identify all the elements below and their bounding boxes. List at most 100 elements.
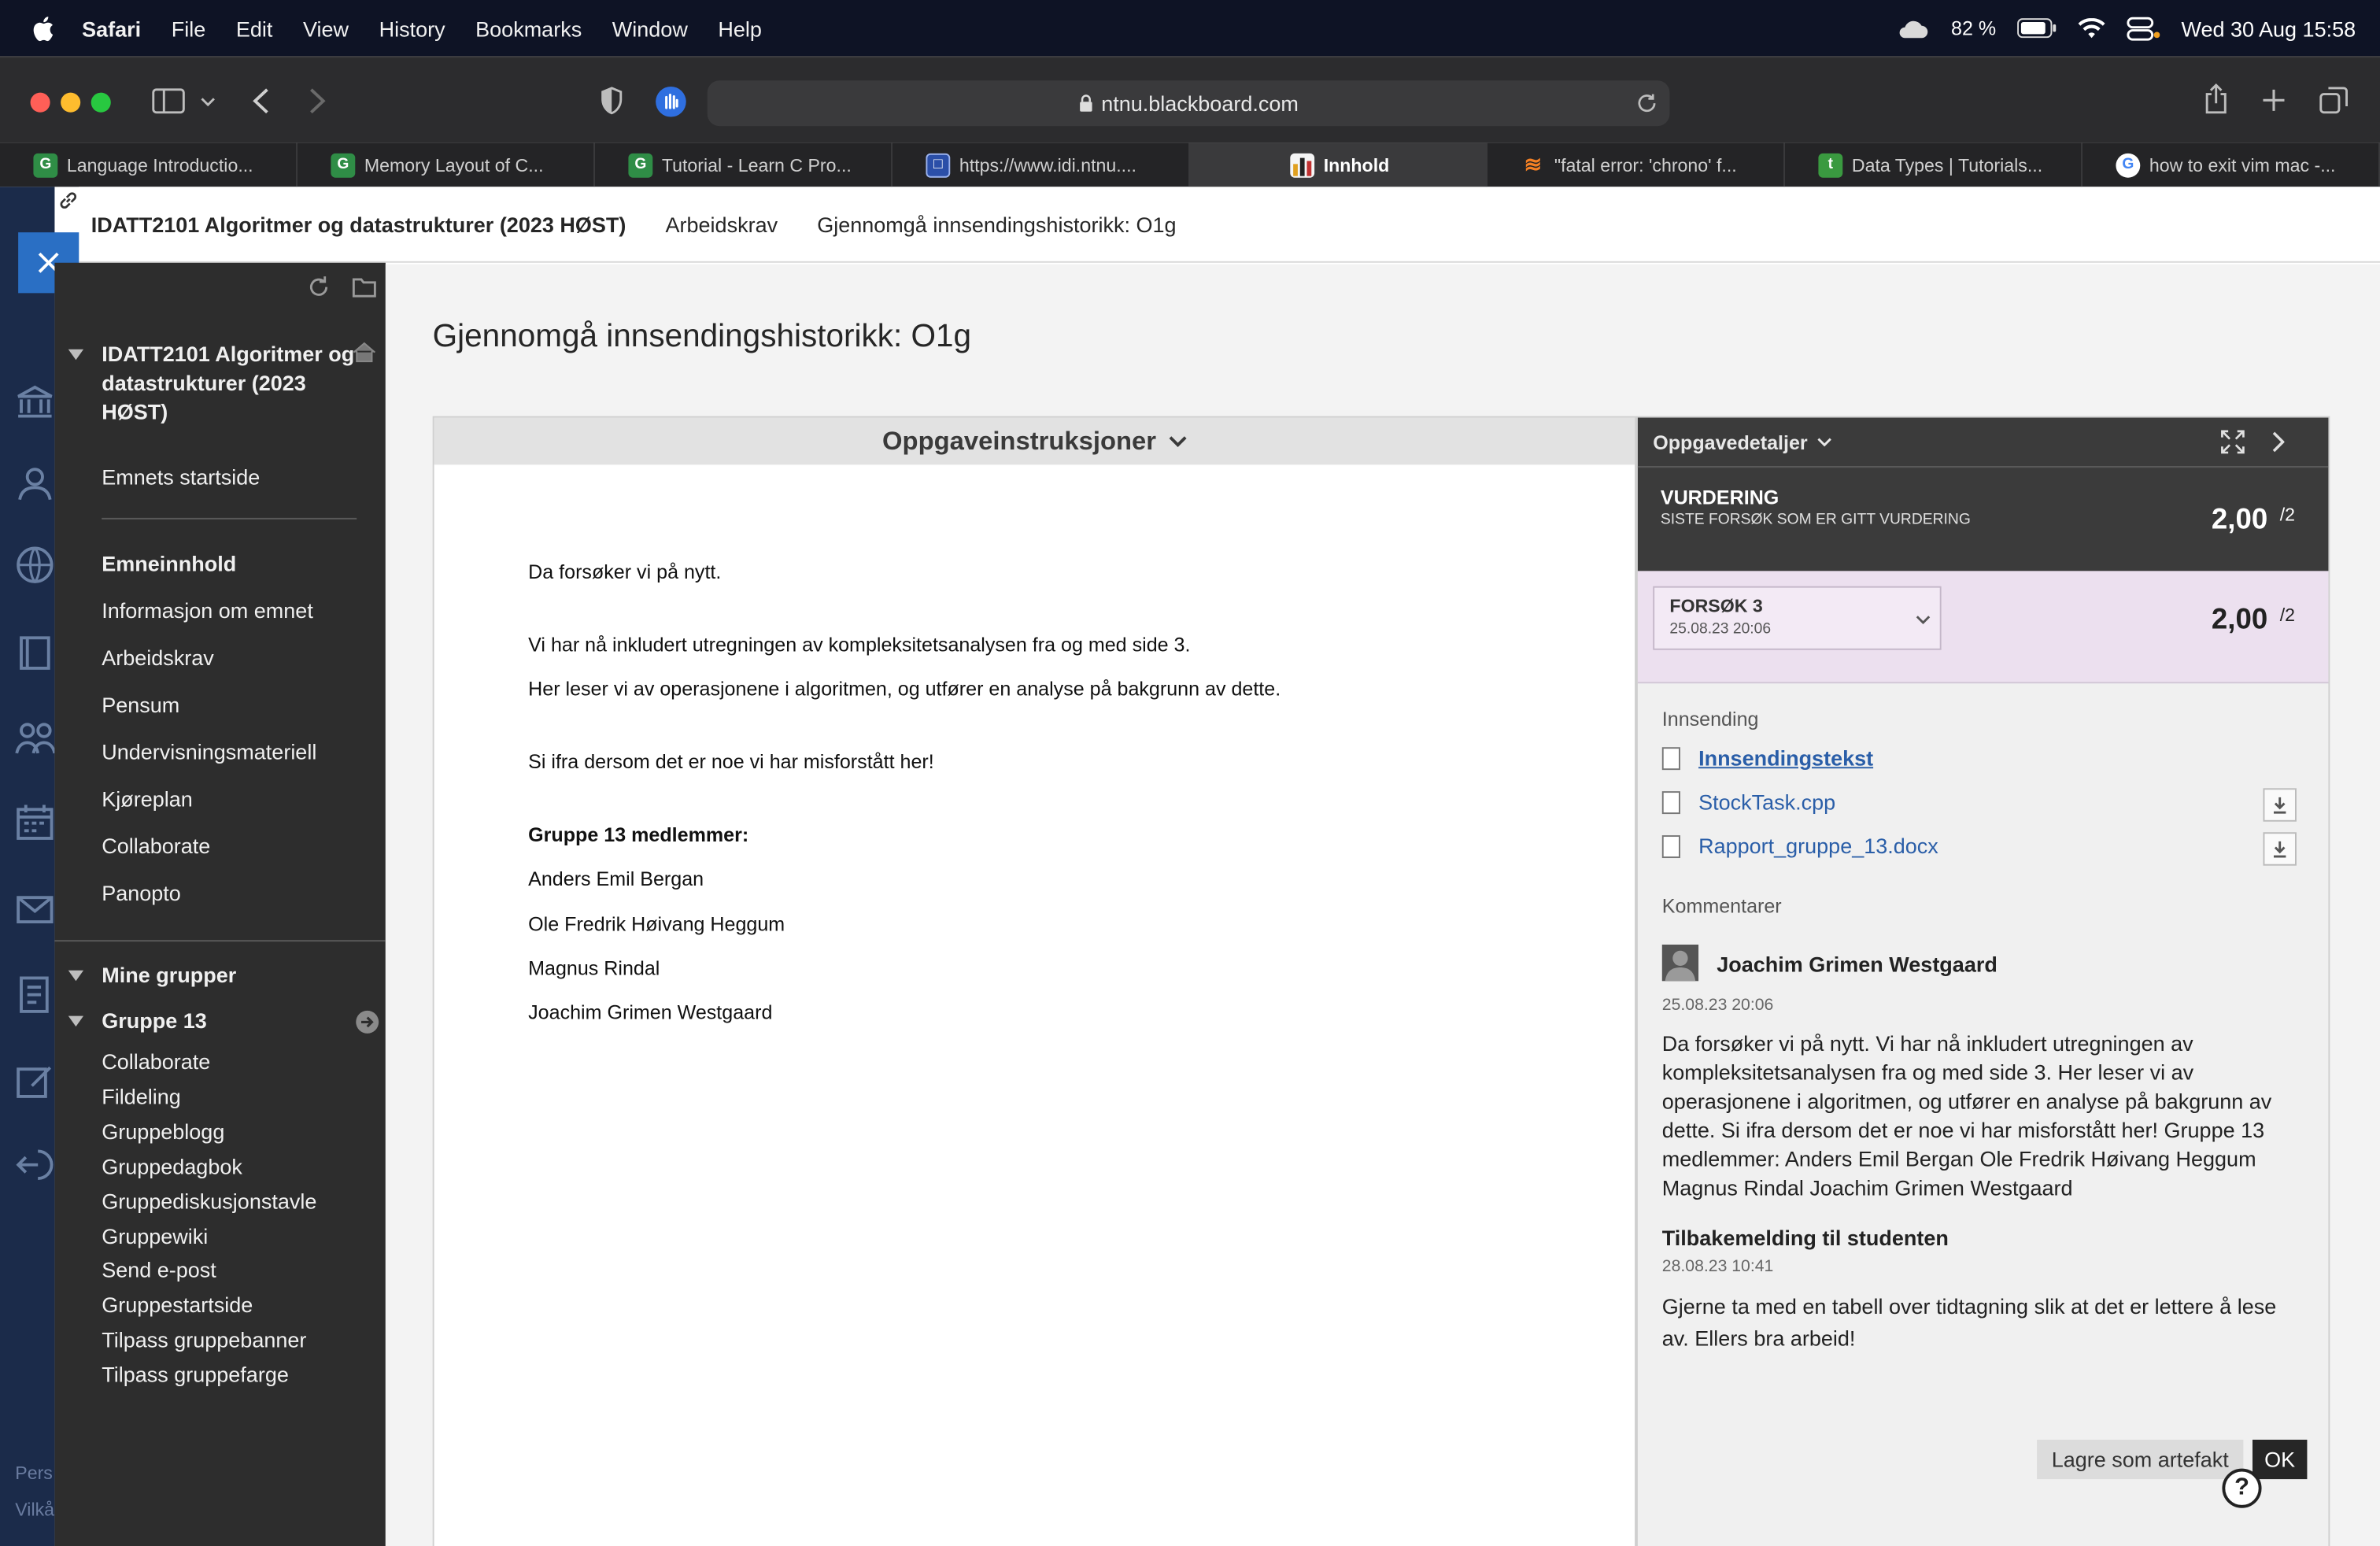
- chevron-down-icon[interactable]: [201, 97, 216, 107]
- menu-help[interactable]: Help: [718, 16, 762, 40]
- home-icon[interactable]: [352, 342, 376, 363]
- new-tab-icon[interactable]: [2262, 88, 2286, 113]
- battery-icon[interactable]: [2017, 18, 2057, 39]
- tab-idi-ntnu[interactable]: □ https://www.idi.ntnu....: [893, 142, 1190, 187]
- group-diskusjonstavle[interactable]: Gruppediskusjonstavle: [102, 1189, 316, 1214]
- menu-arbeidskrav[interactable]: Arbeidskrav: [102, 645, 214, 670]
- chevron-right-icon[interactable]: [2272, 431, 2285, 453]
- group-gruppestartside[interactable]: Gruppestartside: [102, 1293, 253, 1317]
- group-gruppewiki[interactable]: Gruppewiki: [102, 1224, 208, 1248]
- footer-privacy-link[interactable]: Pers: [15, 1463, 53, 1484]
- menu-emnets-startside[interactable]: Emnets startside: [102, 464, 260, 489]
- profile-icon[interactable]: [13, 461, 56, 504]
- shield-icon[interactable]: [600, 87, 624, 116]
- menu-edit[interactable]: Edit: [236, 16, 273, 40]
- address-bar[interactable]: ntnu.blackboard.com: [707, 80, 1670, 127]
- refresh-icon[interactable]: [307, 275, 331, 299]
- menu-undervisningsmateriell[interactable]: Undervisningsmateriell: [102, 740, 316, 764]
- group-send-epost[interactable]: Send e-post: [102, 1257, 216, 1282]
- save-as-artifact-button[interactable]: Lagre som artefakt: [2037, 1439, 2244, 1480]
- tab-memory-layout[interactable]: G Memory Layout of C...: [298, 142, 595, 187]
- attempt-select[interactable]: FORSØK 3 25.08.23 20:06: [1653, 586, 1942, 650]
- group-fildeling[interactable]: Fildeling: [102, 1084, 181, 1108]
- extension-hand-icon[interactable]: [654, 85, 687, 118]
- menu-view[interactable]: View: [303, 16, 349, 40]
- menu-window[interactable]: Window: [612, 16, 688, 40]
- file-link[interactable]: StockTask.cpp: [1698, 790, 1835, 814]
- file-stocktask[interactable]: StockTask.cpp: [1661, 790, 1835, 814]
- menu-panopto[interactable]: Panopto: [102, 881, 181, 905]
- back-icon[interactable]: [252, 88, 270, 114]
- link-icon[interactable]: [57, 190, 79, 212]
- ok-button[interactable]: OK: [2252, 1439, 2308, 1480]
- file-link[interactable]: Innsendingstekst: [1698, 745, 1873, 770]
- group-tilpass-farge[interactable]: Tilpass gruppefarge: [102, 1363, 289, 1387]
- sign-out-icon[interactable]: [13, 1144, 56, 1186]
- globe-icon[interactable]: [13, 544, 56, 586]
- details-header[interactable]: Oppgavedetaljer: [1637, 417, 2329, 467]
- menu-pensum[interactable]: Pensum: [102, 693, 179, 717]
- tab-overview-icon[interactable]: [2319, 87, 2349, 114]
- tab-innhold[interactable]: Innhold: [1189, 142, 1488, 187]
- collapse-groups-icon[interactable]: [68, 970, 84, 982]
- group-tilpass-banner[interactable]: Tilpass gruppebanner: [102, 1327, 306, 1352]
- menu-collaborate[interactable]: Collaborate: [102, 834, 210, 858]
- file-link[interactable]: Rapport_gruppe_13.docx: [1698, 834, 1938, 858]
- arrow-right-circle-icon[interactable]: [355, 1010, 379, 1034]
- control-center-icon[interactable]: [2127, 16, 2160, 40]
- groups-icon[interactable]: [13, 717, 57, 760]
- tab-language-introduction[interactable]: G Language Introductio...: [0, 142, 298, 187]
- expand-icon[interactable]: [2220, 430, 2245, 454]
- tutorialspoint-icon: t: [1818, 152, 1843, 177]
- base-navigation: Pers Vilkå: [0, 187, 57, 1546]
- instructions-header[interactable]: Oppgaveinstruksjoner: [434, 417, 1635, 465]
- menu-informasjon-om-emnet[interactable]: Informasjon om emnet: [102, 598, 313, 623]
- share-icon[interactable]: [2204, 83, 2228, 114]
- menu-mine-grupper[interactable]: Mine grupper: [102, 963, 236, 987]
- menu-safari[interactable]: Safari: [82, 16, 141, 40]
- group-collaborate[interactable]: Collaborate: [102, 1049, 210, 1074]
- folder-icon[interactable]: [352, 276, 376, 298]
- tab-exit-vim[interactable]: Ghow to exit vim mac -...: [2082, 142, 2380, 187]
- download-button[interactable]: [2263, 832, 2297, 866]
- collapse-course-icon[interactable]: [68, 349, 84, 361]
- tab-data-types[interactable]: t Data Types | Tutorials...: [1785, 142, 2082, 187]
- group-gruppeblogg[interactable]: Gruppeblogg: [102, 1119, 224, 1144]
- breadcrumb-arbeidskrav[interactable]: Arbeidskrav: [666, 212, 778, 236]
- sidebar-toggle-icon[interactable]: [152, 88, 185, 114]
- minimize-window-button[interactable]: [61, 92, 81, 113]
- file-submission-text[interactable]: Innsendingstekst: [1661, 745, 1873, 770]
- courses-icon[interactable]: [13, 632, 56, 675]
- collapse-group-icon[interactable]: [68, 1015, 84, 1027]
- zoom-window-button[interactable]: [91, 92, 111, 113]
- wifi-icon[interactable]: [2078, 17, 2105, 39]
- mail-icon[interactable]: [13, 889, 56, 931]
- menu-history[interactable]: History: [379, 16, 445, 40]
- menu-bookmarks[interactable]: Bookmarks: [475, 16, 582, 40]
- reload-icon[interactable]: [1636, 93, 1658, 114]
- clock[interactable]: Wed 30 Aug 15:58: [2181, 16, 2356, 40]
- institution-icon[interactable]: [13, 379, 56, 422]
- apple-icon[interactable]: [31, 14, 55, 42]
- menu-file[interactable]: File: [172, 16, 206, 40]
- footer-terms-link[interactable]: Vilkå: [15, 1499, 54, 1520]
- cloud-icon[interactable]: [1897, 17, 1930, 39]
- help-icon[interactable]: ?: [2222, 1468, 2262, 1508]
- tab-tutorial-learn-c[interactable]: G Tutorial - Learn C Pro...: [595, 142, 893, 187]
- group-gruppedagbok[interactable]: Gruppedagbok: [102, 1154, 242, 1178]
- forward-icon[interactable]: [308, 88, 326, 114]
- course-title-line-3[interactable]: HØST): [102, 399, 168, 423]
- calendar-icon[interactable]: [13, 802, 56, 845]
- download-button[interactable]: [2263, 788, 2297, 822]
- close-window-button[interactable]: [30, 92, 50, 113]
- menu-kjoreplan[interactable]: Kjøreplan: [102, 786, 193, 811]
- breadcrumb-course[interactable]: IDATT2101 Algoritmer og datastrukturer (…: [91, 212, 626, 236]
- grades-icon[interactable]: [13, 974, 56, 1016]
- edit-icon[interactable]: [13, 1060, 56, 1103]
- course-title-line-2[interactable]: datastrukturer (2023: [102, 371, 306, 395]
- course-title[interactable]: IDATT2101 Algoritmer og: [102, 342, 354, 366]
- file-rapport[interactable]: Rapport_gruppe_13.docx: [1661, 834, 1938, 858]
- menu-gruppe-13[interactable]: Gruppe 13: [102, 1008, 207, 1033]
- menu-emneinnhold[interactable]: Emneinnhold: [102, 551, 236, 575]
- tab-fatal-error-chrono[interactable]: ≋ "fatal error: 'chrono' f...: [1488, 142, 1785, 187]
